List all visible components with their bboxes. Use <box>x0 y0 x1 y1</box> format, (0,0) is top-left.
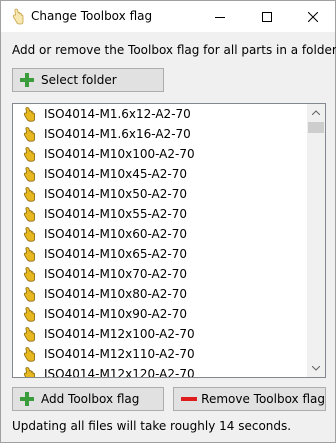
list-item-label: ISO4014-M1.6x16-A2-70 <box>44 127 191 141</box>
part-icon <box>22 286 38 302</box>
maximize-icon <box>262 11 272 22</box>
list-item-label: ISO4014-M10x60-A2-70 <box>44 227 187 241</box>
list-item-label: ISO4014-M10x45-A2-70 <box>44 167 187 181</box>
instruction-text: Add or remove the Toolbox flag for all p… <box>12 43 336 57</box>
part-icon <box>22 266 38 282</box>
list-item[interactable]: ISO4014-M12x110-A2-70 <box>13 344 307 364</box>
part-icon <box>22 146 38 162</box>
part-icon <box>22 226 38 242</box>
list-item-label: ISO4014-M12x100-A2-70 <box>44 327 195 341</box>
list-item-label: ISO4014-M10x90-A2-70 <box>44 307 187 321</box>
list-item-label: ISO4014-M10x70-A2-70 <box>44 267 187 281</box>
parts-list-items: ISO4014-M1.6x12-A2-70 ISO4014-M1.6x16-A2-… <box>13 104 307 377</box>
toolbox-app-icon <box>12 8 24 25</box>
list-item[interactable]: ISO4014-M12x100-A2-70 <box>13 324 307 344</box>
part-icon <box>22 246 38 262</box>
part-icon <box>22 326 38 342</box>
minimize-icon <box>215 16 225 18</box>
add-toolbox-flag-label: Add Toolbox flag <box>41 392 140 406</box>
list-item-label: ISO4014-M10x80-A2-70 <box>44 287 187 301</box>
chevron-up-icon <box>312 110 320 115</box>
list-item[interactable]: ISO4014-M10x80-A2-70 <box>13 284 307 304</box>
list-item[interactable]: ISO4014-M12x120-A2-70 <box>13 364 307 377</box>
title-bar[interactable]: Change Toolbox flag <box>1 1 335 32</box>
part-icon <box>22 366 38 377</box>
scroll-thumb[interactable] <box>308 122 324 133</box>
scroll-up-button[interactable] <box>307 104 325 121</box>
minimize-button[interactable] <box>197 1 243 32</box>
list-item-label: ISO4014-M10x65-A2-70 <box>44 247 187 261</box>
list-item-label: ISO4014-M10x55-A2-70 <box>44 207 187 221</box>
part-icon <box>22 166 38 182</box>
list-item[interactable]: ISO4014-M10x60-A2-70 <box>13 224 307 244</box>
part-icon <box>22 346 38 362</box>
add-toolbox-flag-button[interactable]: Add Toolbox flag <box>12 387 164 411</box>
maximize-button[interactable] <box>244 1 290 32</box>
list-item[interactable]: ISO4014-M10x70-A2-70 <box>13 264 307 284</box>
list-item[interactable]: ISO4014-M10x50-A2-70 <box>13 184 307 204</box>
scroll-down-button[interactable] <box>307 360 325 377</box>
part-icon <box>22 186 38 202</box>
close-button[interactable] <box>290 1 336 32</box>
list-item[interactable]: ISO4014-M10x90-A2-70 <box>13 304 307 324</box>
list-item[interactable]: ISO4014-M10x45-A2-70 <box>13 164 307 184</box>
window-title: Change Toolbox flag <box>31 9 153 23</box>
list-item-label: ISO4014-M10x50-A2-70 <box>44 187 187 201</box>
list-item-label: ISO4014-M12x110-A2-70 <box>44 347 195 361</box>
list-item[interactable]: ISO4014-M10x65-A2-70 <box>13 244 307 264</box>
vertical-scrollbar[interactable] <box>307 104 325 377</box>
part-icon <box>22 206 38 222</box>
status-text: Updating all files will take roughly 14 … <box>12 419 292 433</box>
part-icon <box>22 306 38 322</box>
select-folder-label: Select folder <box>41 73 117 87</box>
plus-icon <box>17 389 37 409</box>
close-icon <box>308 11 318 22</box>
remove-toolbox-flag-button[interactable]: Remove Toolbox flag <box>173 387 326 411</box>
list-item[interactable]: ISO4014-M1.6x12-A2-70 <box>13 104 307 124</box>
remove-toolbox-flag-label: Remove Toolbox flag <box>201 392 325 406</box>
select-folder-button[interactable]: Select folder <box>12 68 164 92</box>
minus-icon <box>180 389 197 409</box>
plus-icon <box>17 70 37 90</box>
list-item-label: ISO4014-M12x120-A2-70 <box>44 367 195 377</box>
list-item[interactable]: ISO4014-M1.6x16-A2-70 <box>13 124 307 144</box>
parts-list[interactable]: ISO4014-M1.6x12-A2-70 ISO4014-M1.6x16-A2-… <box>12 103 326 378</box>
chevron-down-icon <box>312 366 320 371</box>
part-icon <box>22 106 38 122</box>
list-item[interactable]: ISO4014-M10x55-A2-70 <box>13 204 307 224</box>
dialog-window: Change Toolbox flag Add or remove the To… <box>0 0 336 443</box>
part-icon <box>22 126 38 142</box>
list-item-label: ISO4014-M10x100-A2-70 <box>44 147 195 161</box>
list-item[interactable]: ISO4014-M10x100-A2-70 <box>13 144 307 164</box>
list-item-label: ISO4014-M1.6x12-A2-70 <box>44 107 191 121</box>
